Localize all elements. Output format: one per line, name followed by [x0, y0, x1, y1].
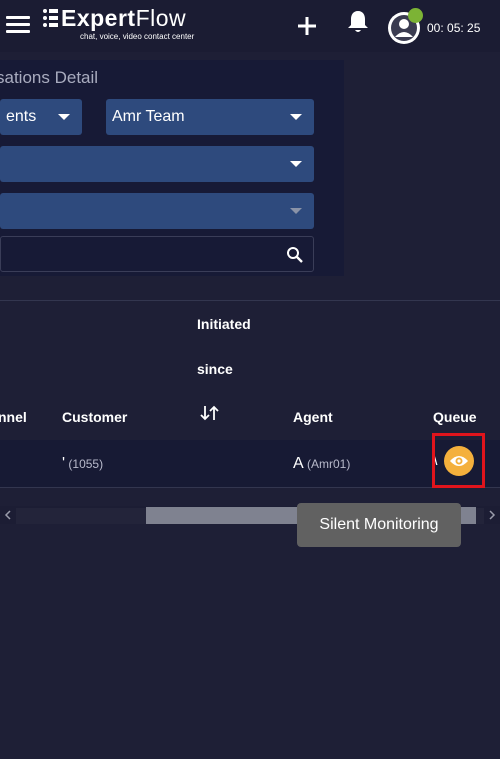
search-input[interactable] [1, 237, 271, 271]
row-divider [0, 487, 500, 488]
column-header-agent[interactable]: Agent [293, 409, 333, 425]
top-header: ExpertFlow chat, voice, video contact ce… [0, 0, 500, 52]
logo-wordmark: ExpertFlow [61, 5, 187, 31]
online-status-badge [408, 8, 423, 23]
highlight-box [432, 433, 485, 488]
silent-monitoring-tooltip: Silent Monitoring [297, 503, 461, 547]
type-select[interactable]: ents [0, 99, 82, 135]
column-header-customer[interactable]: Customer [62, 409, 127, 425]
chevron-down-icon [58, 114, 70, 120]
column-header-channel[interactable]: nnel [0, 409, 27, 425]
panel-title: sations Detail [0, 68, 99, 87]
column-header-queue[interactable]: Queue [433, 409, 477, 425]
agent-id: (Amr01) [307, 457, 351, 471]
column-header-initiated-since[interactable]: since [197, 361, 233, 377]
filter-select-2[interactable] [0, 146, 314, 182]
sort-arrows-icon[interactable] [200, 405, 220, 421]
search-icon[interactable] [286, 246, 304, 264]
chevron-down-icon [290, 208, 302, 214]
chevron-down-icon [290, 161, 302, 167]
column-header-initiated[interactable]: Initiated [197, 316, 251, 332]
logo-tagline: chat, voice, video contact center [80, 32, 195, 41]
customer-cell: ' (1055) [62, 455, 103, 473]
scroll-left-icon[interactable] [2, 509, 14, 521]
team-select[interactable]: Amr Team [106, 99, 314, 135]
logo-grid-icon [43, 9, 58, 27]
type-select-value: ents [6, 108, 37, 125]
agent-cell: A (Amr01) [293, 455, 350, 473]
chevron-down-icon [290, 114, 302, 120]
agent-name: A [293, 455, 304, 472]
section-divider [0, 300, 500, 301]
bell-icon[interactable] [346, 9, 370, 35]
expertflow-logo: ExpertFlow chat, voice, video contact ce… [42, 5, 202, 43]
customer-id: (1055) [68, 457, 104, 471]
team-select-value: Amr Team [112, 108, 185, 125]
hamburger-menu-icon[interactable] [4, 13, 32, 37]
search-box [0, 236, 314, 272]
customer-name: ' [62, 455, 66, 472]
session-timer: 00: 05: 25 [427, 21, 481, 35]
scroll-right-icon[interactable] [486, 509, 498, 521]
filter-select-3[interactable] [0, 193, 314, 229]
plus-icon[interactable] [296, 15, 318, 37]
